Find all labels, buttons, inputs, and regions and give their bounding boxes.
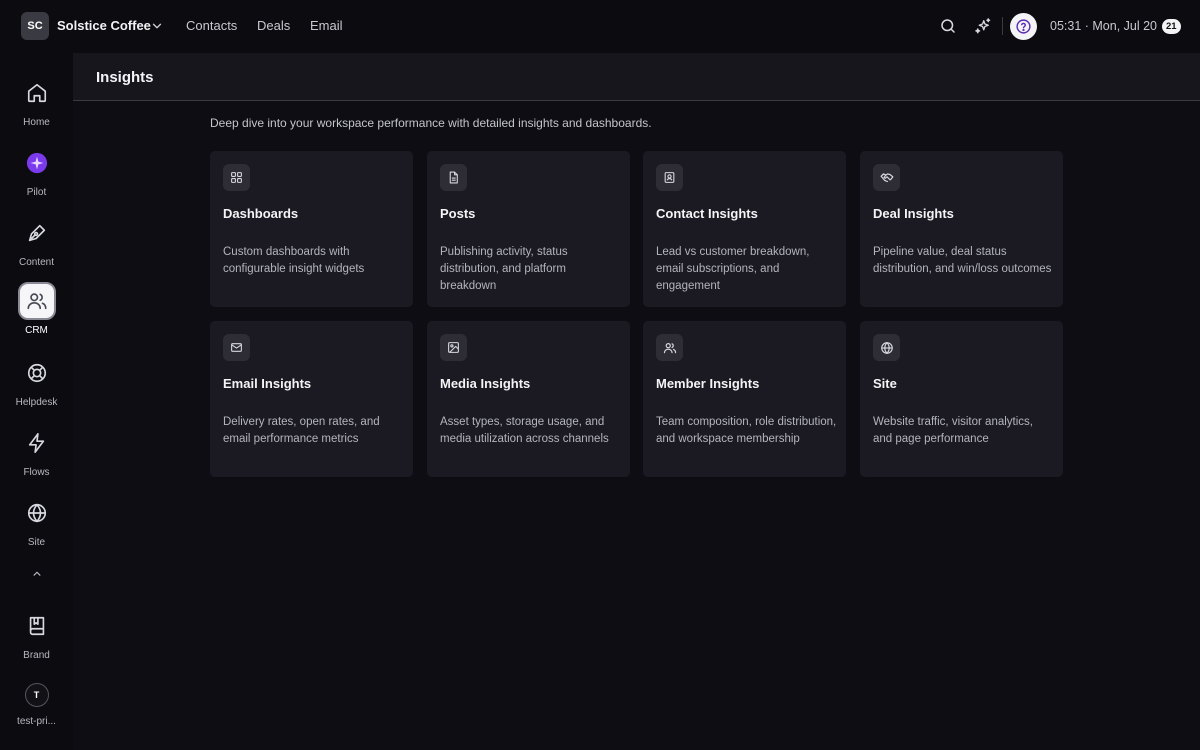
document-icon [440, 164, 467, 191]
main-content: Insights Deep dive into your workspace p… [73, 53, 1200, 750]
card-description: Delivery rates, open rates, and email pe… [223, 416, 380, 445]
sidebar-item-label: Pilot [26, 187, 47, 198]
lifebuoy-icon [18, 354, 56, 392]
nav-contacts[interactable]: Contacts [186, 18, 237, 33]
mail-icon [223, 334, 250, 361]
sidebar-item-label: Flows [23, 467, 50, 478]
card-title: Member Insights [656, 376, 760, 391]
sidebar-item-helpdesk[interactable]: Helpdesk [0, 354, 73, 408]
card-description: Lead vs customer breakdown, email subscr… [656, 246, 810, 292]
sidebar-item-label: test-pri... [17, 716, 56, 727]
card-site[interactable]: Site Website traffic, visitor analytics,… [860, 321, 1063, 477]
sidebar: Home Pilot Content CRM Helpdesk Flows Si… [0, 53, 73, 750]
sidebar-item-crm[interactable]: CRM [0, 282, 73, 336]
pilot-icon [18, 144, 56, 182]
sidebar-item-content[interactable]: Content [0, 214, 73, 268]
card-title: Site [873, 376, 897, 391]
pen-icon [18, 214, 56, 252]
grid-icon [223, 164, 250, 191]
book-icon [18, 607, 56, 645]
handshake-icon [873, 164, 900, 191]
card-contact-insights[interactable]: Contact Insights Lead vs customer breakd… [643, 151, 846, 307]
workspace-name[interactable]: Solstice Coffee [57, 18, 151, 33]
divider [1002, 17, 1003, 35]
nav-email[interactable]: Email [310, 18, 343, 33]
card-title: Media Insights [440, 376, 531, 391]
sidebar-item-label: Helpdesk [15, 397, 58, 408]
sidebar-item-label: Brand [23, 650, 50, 661]
card-description: Pipeline value, deal status distribution… [873, 246, 1052, 275]
page-intro: Deep dive into your workspace performanc… [210, 116, 652, 130]
card-description: Publishing activity, status distribution… [440, 246, 568, 292]
chevron-down-icon[interactable] [150, 19, 164, 33]
workspace-avatar[interactable]: SC [21, 12, 49, 40]
card-description: Team composition, role distribution, and… [656, 416, 837, 445]
page-header: Insights [73, 53, 1200, 101]
users-icon [656, 334, 683, 361]
sidebar-item-site[interactable]: Site [0, 494, 73, 548]
bolt-icon [18, 424, 56, 462]
chevron-up-icon[interactable] [30, 567, 44, 581]
card-description: Custom dashboards with configurable insi… [223, 246, 365, 275]
home-icon [18, 74, 56, 112]
search-icon[interactable] [939, 17, 957, 35]
card-deal-insights[interactable]: Deal Insights Pipeline value, deal statu… [860, 151, 1063, 307]
globe-icon [18, 494, 56, 532]
sidebar-item-label: Site [27, 537, 46, 548]
help-button[interactable] [1010, 13, 1037, 40]
sidebar-item-brand[interactable]: Brand [0, 607, 73, 661]
card-title: Deal Insights [873, 206, 954, 221]
sidebar-item-flows[interactable]: Flows [0, 424, 73, 478]
sidebar-item-home[interactable]: Home [0, 74, 73, 128]
sidebar-item-label: Home [23, 117, 50, 128]
sidebar-item-label: CRM [25, 325, 48, 336]
sidebar-item-pilot[interactable]: Pilot [0, 144, 73, 198]
contact-card-icon [656, 164, 683, 191]
sparkle-icon[interactable] [974, 17, 992, 35]
card-member-insights[interactable]: Member Insights Team composition, role d… [643, 321, 846, 477]
top-bar: SC Solstice Coffee Contacts Deals Email … [0, 0, 1200, 53]
card-media-insights[interactable]: Media Insights Asset types, storage usag… [427, 321, 630, 477]
page-title: Insights [96, 69, 154, 86]
avatar: T [24, 683, 49, 707]
card-dashboards[interactable]: Dashboards Custom dashboards with config… [210, 151, 413, 307]
card-posts[interactable]: Posts Publishing activity, status distri… [427, 151, 630, 307]
card-title: Contact Insights [656, 206, 758, 221]
image-icon [440, 334, 467, 361]
card-title: Email Insights [223, 376, 312, 391]
date-badge: 21 [1162, 19, 1181, 34]
clock-display: 05:31 · Mon, Jul 20 [1050, 19, 1158, 33]
card-title: Posts [440, 206, 476, 221]
card-description: Website traffic, visitor analytics, and … [873, 416, 1033, 445]
users-icon [17, 282, 56, 320]
card-title: Dashboards [223, 206, 299, 221]
card-description: Asset types, storage usage, and media ut… [440, 416, 609, 445]
sidebar-item-user[interactable]: T test-pri... [0, 683, 73, 727]
sidebar-item-label: Content [18, 257, 55, 268]
nav-deals[interactable]: Deals [257, 18, 290, 33]
globe-icon [873, 334, 900, 361]
card-email-insights[interactable]: Email Insights Delivery rates, open rate… [210, 321, 413, 477]
